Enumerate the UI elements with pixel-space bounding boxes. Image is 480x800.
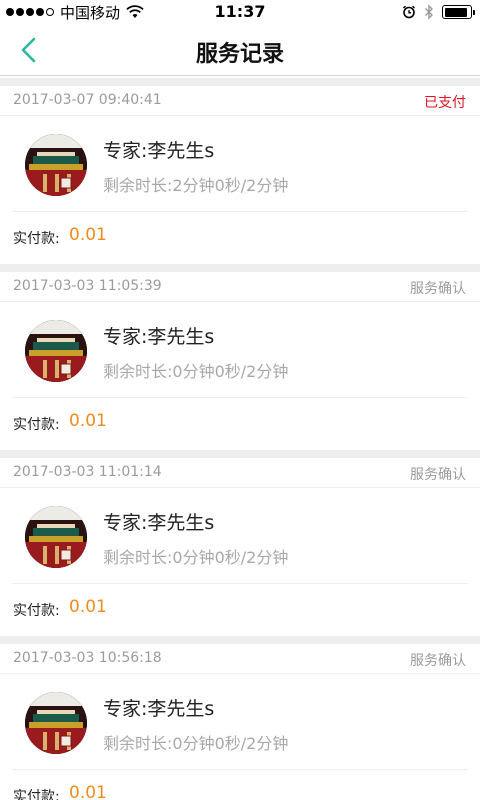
status-bar: 中国移动 11:37: [0, 0, 480, 24]
record-footer: 实付款: 0.01: [0, 770, 480, 800]
alarm-icon: [402, 5, 416, 19]
record-status: 服务确认: [410, 653, 466, 669]
record-status: 服务确认: [410, 281, 466, 297]
list-item[interactable]: 2017-03-03 11:05:39 服务确认 专家:李先生s 剩余时长:0分…: [0, 272, 480, 450]
page-title: 服务记录: [195, 42, 284, 67]
record-body: 专家:李先生s 剩余时长:2分钟0秒/2分钟: [12, 116, 468, 212]
record-header: 2017-03-03 11:01:14 服务确认: [0, 458, 480, 488]
battery-level: [444, 7, 467, 17]
record-status: 服务确认: [410, 467, 466, 483]
list-separator: [0, 264, 480, 272]
paid-label: 实付款:: [13, 789, 60, 800]
record-date: 2017-03-03 10:56:18: [13, 650, 162, 666]
record-header: 2017-03-03 10:56:18 服务确认: [0, 644, 480, 674]
avatar: [25, 506, 87, 568]
list-item[interactable]: 2017-03-03 11:01:14 服务确认 专家:李先生s 剩余时长:0分…: [0, 458, 480, 636]
paid-label: 实付款:: [13, 603, 60, 619]
expert-name: 专家:李先生s: [103, 326, 215, 348]
record-date: 2017-03-07 09:40:41: [13, 92, 162, 108]
record-status: 已支付: [424, 95, 466, 111]
paid-amount: 0.01: [69, 783, 107, 800]
paid-amount: 0.01: [69, 225, 107, 245]
record-footer: 实付款: 0.01: [0, 212, 480, 264]
paid-amount: 0.01: [69, 597, 107, 617]
list-item[interactable]: 2017-03-03 10:56:18 服务确认 专家:李先生s 剩余时长:0分…: [0, 644, 480, 800]
record-header: 2017-03-07 09:40:41 已支付: [0, 86, 480, 116]
expert-name: 专家:李先生s: [103, 512, 215, 534]
paid-amount: 0.01: [69, 411, 107, 431]
record-body: 专家:李先生s 剩余时长:0分钟0秒/2分钟: [12, 674, 468, 770]
list-separator: [0, 450, 480, 458]
remaining-time: 剩余时长:0分钟0秒/2分钟: [103, 548, 289, 567]
avatar: [25, 320, 87, 382]
record-header: 2017-03-03 11:05:39 服务确认: [0, 272, 480, 302]
remaining-time: 剩余时长:2分钟0秒/2分钟: [103, 176, 289, 195]
list-item[interactable]: 2017-03-07 09:40:41 已支付 专家:李先生s 剩余时长:2分钟…: [0, 86, 480, 264]
record-footer: 实付款: 0.01: [0, 398, 480, 450]
avatar: [25, 692, 87, 754]
bluetooth-icon: [425, 4, 433, 20]
expert-name: 专家:李先生s: [103, 140, 215, 162]
paid-label: 实付款:: [13, 231, 60, 247]
avatar: [25, 134, 87, 196]
service-record-list: 2017-03-07 09:40:41 已支付 专家:李先生s 剩余时长:2分钟…: [0, 78, 480, 800]
remaining-time: 剩余时长:0分钟0秒/2分钟: [103, 362, 289, 381]
record-body: 专家:李先生s 剩余时长:0分钟0秒/2分钟: [12, 488, 468, 584]
list-separator: [0, 636, 480, 644]
remaining-time: 剩余时长:0分钟0秒/2分钟: [103, 734, 289, 753]
record-footer: 实付款: 0.01: [0, 584, 480, 636]
nav-bar: 服务记录: [0, 24, 480, 76]
battery-icon: [442, 5, 475, 19]
status-right: [402, 4, 475, 20]
paid-label: 实付款:: [13, 417, 60, 433]
record-date: 2017-03-03 11:05:39: [13, 278, 162, 294]
record-date: 2017-03-03 11:01:14: [13, 464, 162, 480]
record-body: 专家:李先生s 剩余时长:0分钟0秒/2分钟: [12, 302, 468, 398]
list-separator: [0, 78, 480, 86]
expert-name: 专家:李先生s: [103, 698, 215, 720]
